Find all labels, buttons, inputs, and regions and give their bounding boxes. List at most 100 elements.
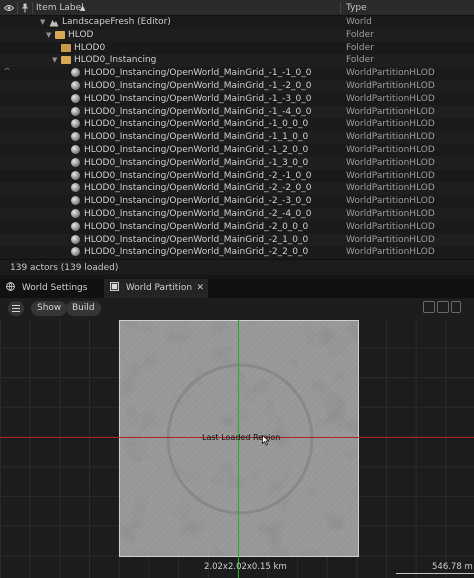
item-label: HLOD0_Instancing/OpenWorld_MainGrid_-2_-… xyxy=(84,196,312,207)
sphere-icon xyxy=(71,119,80,129)
hlod-actor-row[interactable]: HLOD0_Instancing/OpenWorld_MainGrid_-2_-… xyxy=(0,170,474,183)
item-type: WorldPartitionHLOD xyxy=(346,234,435,245)
folder-open-icon xyxy=(55,30,65,39)
item-type: Folder xyxy=(346,42,374,53)
sphere-icon xyxy=(71,170,80,180)
tab-world-settings-label: World Settings xyxy=(21,283,88,293)
hlod-actor-row[interactable]: HLOD0_Instancing/OpenWorld_MainGrid_-2_1… xyxy=(0,233,474,247)
item-type: WorldPartitionHLOD xyxy=(346,247,435,258)
close-tab-icon[interactable]: ✕ xyxy=(196,279,204,298)
hlod-actor-row[interactable]: HLOD0_Instancing/OpenWorld_MainGrid_-1_2… xyxy=(0,144,474,157)
sphere-icon xyxy=(71,247,80,257)
item-label: HLOD0_Instancing/OpenWorld_MainGrid_-1_-… xyxy=(84,93,312,104)
sphere-icon xyxy=(71,93,80,103)
world-row[interactable]: ▼ LandscapeFresh (Editor) World xyxy=(0,16,474,29)
item-type: WorldPartitionHLOD xyxy=(346,106,435,117)
panel-tab-strip: World Settings World Partition ✕ xyxy=(0,279,474,298)
hlod-actor-row[interactable]: HLOD0_Instancing/OpenWorld_MainGrid_-1_3… xyxy=(0,156,474,170)
item-label: HLOD0_Instancing/OpenWorld_MainGrid_-2_-… xyxy=(84,170,312,181)
item-label: HLOD0_Instancing xyxy=(74,55,157,66)
fit-view-icon[interactable] xyxy=(423,301,435,313)
item-type: WorldPartitionHLOD xyxy=(346,183,435,194)
item-label: HLOD0_Instancing/OpenWorld_MainGrid_-1_-… xyxy=(84,68,312,79)
viewport-option-icon[interactable] xyxy=(451,301,461,313)
outliner-column-header: Item Label ▲ Type xyxy=(0,0,474,16)
expand-view-icon[interactable] xyxy=(437,301,449,313)
item-type: WorldPartitionHLOD xyxy=(346,170,435,181)
item-type: WorldPartitionHLOD xyxy=(346,157,435,168)
item-label: HLOD0_Instancing/OpenWorld_MainGrid_-1_2… xyxy=(84,144,309,155)
outliner-tree: ▼ LandscapeFresh (Editor) World ▼ HLOD Folder… xyxy=(0,16,474,259)
distance-scale-readout: 546.78 m xyxy=(432,562,473,572)
map-icon xyxy=(110,282,119,291)
item-label: HLOD0_Instancing/OpenWorld_MainGrid_-2_2… xyxy=(84,247,309,258)
eye-toggle-icon[interactable]: ⌢ xyxy=(4,64,10,74)
sphere-icon xyxy=(71,183,80,193)
folder-row[interactable]: ▼ HLOD0_Instancing Folder xyxy=(0,54,474,68)
tab-world-partition[interactable]: World Partition ✕ xyxy=(104,279,208,298)
y-axis-line xyxy=(238,320,239,578)
item-type: WorldPartitionHLOD xyxy=(346,80,435,91)
build-button[interactable]: Build xyxy=(66,301,101,316)
expand-arrow-icon[interactable]: ▼ xyxy=(52,54,57,67)
sphere-icon xyxy=(71,208,80,218)
distance-scale-bar xyxy=(396,573,474,574)
hlod-actor-row[interactable]: HLOD0_Instancing/OpenWorld_MainGrid_-2_2… xyxy=(0,246,474,259)
globe-icon xyxy=(6,282,15,291)
show-button[interactable]: Show xyxy=(31,301,68,316)
hlod-actor-row[interactable]: HLOD0_Instancing/OpenWorld_MainGrid_-2_0… xyxy=(0,221,474,234)
sphere-icon xyxy=(71,68,80,78)
hlod-actor-row[interactable]: HLOD0_Instancing/OpenWorld_MainGrid_-1_-… xyxy=(0,79,474,93)
item-type: WorldPartitionHLOD xyxy=(346,68,435,79)
folder-row[interactable]: ▼ HLOD Folder xyxy=(0,28,474,42)
sphere-icon xyxy=(71,106,80,116)
world-partition-toolbar: Show Build xyxy=(0,298,474,320)
sphere-icon xyxy=(71,157,80,167)
mouse-cursor-icon xyxy=(262,435,270,446)
sphere-icon xyxy=(71,221,80,231)
hamburger-menu-button[interactable] xyxy=(8,301,24,316)
hlod-actor-row[interactable]: HLOD0_Instancing/OpenWorld_MainGrid_-1_-… xyxy=(0,67,474,80)
hlod-actor-row[interactable]: HLOD0_Instancing/OpenWorld_MainGrid_-1_-… xyxy=(0,93,474,106)
folder-open-icon xyxy=(61,56,71,65)
hlod-actor-row[interactable]: HLOD0_Instancing/OpenWorld_MainGrid_-1_-… xyxy=(0,105,474,119)
item-label: LandscapeFresh (Editor) xyxy=(62,17,171,27)
sphere-icon xyxy=(71,132,80,142)
item-type: WorldPartitionHLOD xyxy=(346,132,435,143)
sphere-icon xyxy=(71,144,80,154)
item-type: Folder xyxy=(346,55,374,66)
item-label-column-header[interactable]: Item Label xyxy=(36,0,84,16)
folder-row[interactable]: HLOD0 Folder xyxy=(0,42,474,55)
expand-arrow-icon[interactable]: ▼ xyxy=(40,16,45,29)
world-partition-viewport[interactable]: Last Loaded Region 2.02x2.02x0.15 km 546… xyxy=(0,320,474,578)
item-label: HLOD0_Instancing/OpenWorld_MainGrid_-1_0… xyxy=(84,119,309,130)
expand-arrow-icon[interactable]: ▼ xyxy=(46,29,51,42)
tab-world-partition-label: World Partition xyxy=(125,283,193,293)
hlod-actor-row[interactable]: HLOD0_Instancing/OpenWorld_MainGrid_-1_1… xyxy=(0,131,474,144)
item-label: HLOD0 xyxy=(74,42,106,53)
item-type: Folder xyxy=(346,29,374,40)
world-icon xyxy=(49,18,59,27)
sort-ascending-icon[interactable]: ▲ xyxy=(80,0,85,16)
sphere-icon xyxy=(71,80,80,90)
sphere-icon xyxy=(71,234,80,244)
item-label: HLOD0_Instancing/OpenWorld_MainGrid_-1_-… xyxy=(84,106,312,117)
pin-icon[interactable] xyxy=(21,3,29,13)
item-label: HLOD0_Instancing/OpenWorld_MainGrid_-1_1… xyxy=(84,132,309,143)
sphere-icon xyxy=(71,196,80,206)
item-type: World xyxy=(346,17,372,27)
eye-visibility-icon[interactable] xyxy=(4,4,14,12)
hlod-actor-row[interactable]: HLOD0_Instancing/OpenWorld_MainGrid_-2_-… xyxy=(0,207,474,221)
hlod-actor-row[interactable]: HLOD0_Instancing/OpenWorld_MainGrid_-2_-… xyxy=(0,182,474,196)
hlod-actor-row[interactable]: HLOD0_Instancing/OpenWorld_MainGrid_-2_-… xyxy=(0,195,474,208)
item-type: WorldPartitionHLOD xyxy=(346,221,435,232)
hlod-actor-row[interactable]: HLOD0_Instancing/OpenWorld_MainGrid_-1_0… xyxy=(0,118,474,131)
item-label: HLOD xyxy=(68,29,94,40)
item-label: HLOD0_Instancing/OpenWorld_MainGrid_-2_-… xyxy=(84,183,312,194)
item-label: HLOD0_Instancing/OpenWorld_MainGrid_-2_1… xyxy=(84,234,309,245)
item-label: HLOD0_Instancing/OpenWorld_MainGrid_-1_-… xyxy=(84,80,312,91)
tab-world-settings[interactable]: World Settings xyxy=(0,279,104,298)
type-column-header[interactable]: Type xyxy=(346,0,367,16)
item-type: WorldPartitionHLOD xyxy=(346,208,435,219)
outliner-status: 139 actors (139 loaded) xyxy=(0,259,474,275)
